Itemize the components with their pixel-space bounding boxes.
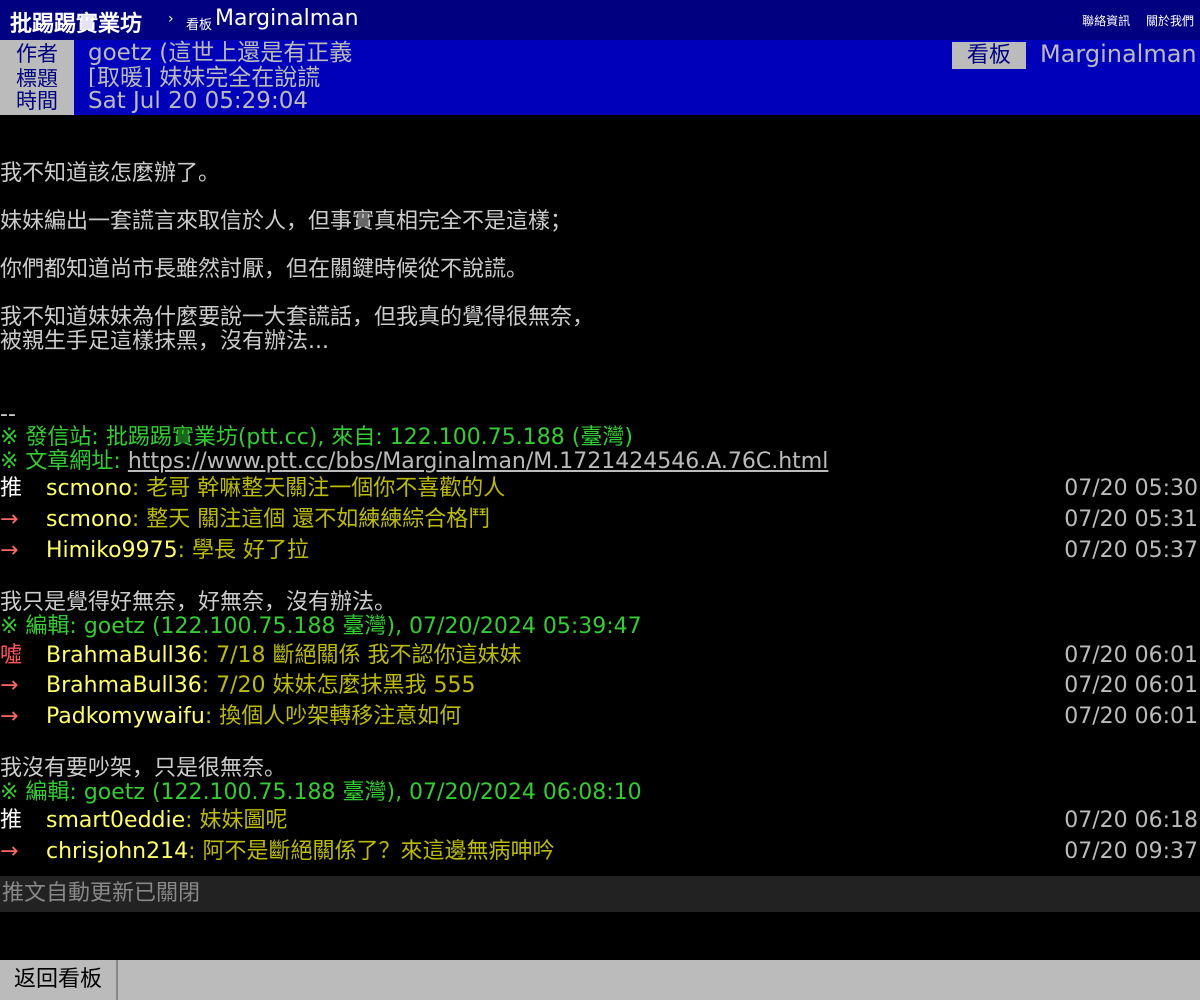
push-message: : 妹妹圖呢	[185, 808, 288, 833]
push-row: 推 smart0eddie: 妹妹圖呢 07/20 06:18	[0, 806, 1200, 836]
footer-bar: 返回看板	[0, 960, 1200, 1000]
edit-text: 我沒有要吵架，只是很無奈。	[0, 756, 287, 781]
board-name-link[interactable]: Marginalman	[215, 6, 359, 31]
article-url-line: ※ 文章網址: https://www.ptt.cc/bbs/Marginalm…	[0, 449, 828, 475]
push-time: 07/20 06:18	[1064, 808, 1198, 833]
push-user: smart0eddie: 妹妹圖呢	[46, 808, 288, 833]
board-tag-label: 看板	[186, 18, 213, 33]
push-time: 07/20 05:31	[1064, 507, 1198, 532]
push-tag: 推	[0, 476, 23, 501]
time-row: 時間 Sat Jul 20 05:29:04 2024	[0, 87, 365, 115]
push-message: : 老哥 幹嘛整天關注一個你不喜歡的人	[131, 476, 506, 501]
push-user: scmono: 老哥 幹嘛整天關注一個你不喜歡的人	[46, 476, 506, 501]
post-paragraph: 我不知道該怎麼辦了。	[0, 161, 221, 186]
board-label: 看板	[952, 42, 1026, 69]
title-row: 標題 [取暖] 妹妹完全在說謊	[0, 65, 365, 87]
push-row: → scmono: 整天 關注這個 還不如練練綜合格鬥 07/20 05:31	[0, 505, 1200, 535]
url-prefix: ※ 文章網址:	[0, 449, 128, 474]
time-label: 時間	[0, 87, 74, 115]
push-time: 07/20 05:30	[1064, 476, 1198, 501]
post-paragraph: 妹妹編出一套謊言來取信於人，但事實真相完全不是這樣；	[0, 209, 573, 234]
post-paragraph: 你們都知道尚市長雖然討厭，但在關鍵時候從不說謊。	[0, 257, 529, 282]
breadcrumb-separator: ›	[168, 11, 174, 27]
push-tag: 推	[0, 808, 23, 833]
author-value: goetz (這世上還是有正義吧?)	[74, 40, 365, 65]
push-message: : 7/20 妹妹怎麼抹黑我 555	[201, 673, 476, 698]
post-paragraph: 我不知道妹妹為什麼要說一大套謊話，但我真的覺得很無奈， 被親生手足這樣抹黑，沒有…	[0, 305, 595, 354]
push-user: scmono: 整天 關注這個 還不如練練綜合格鬥	[46, 507, 491, 532]
board-value: Marginalman	[1040, 40, 1197, 68]
push-tag: →	[0, 538, 19, 563]
push-row: 噓 BrahmaBull36: 7/18 斷絕關係 我不認你這妹妹 07/20 …	[0, 641, 1200, 671]
article-url-link[interactable]: https://www.ptt.cc/bbs/Marginalman/M.172…	[128, 449, 829, 474]
push-tag: →	[0, 673, 19, 698]
auto-update-status: 推文自動更新已關閉	[0, 876, 1200, 912]
push-row: → Himiko9975: 學長 好了拉 07/20 05:37	[0, 536, 1200, 566]
push-time: 07/20 06:01	[1064, 704, 1198, 729]
push-user: BrahmaBull36: 7/18 斷絕關係 我不認你這妹妹	[46, 643, 522, 668]
push-tag: →	[0, 507, 19, 532]
time-value: Sat Jul 20 05:29:04 2024	[74, 87, 365, 115]
push-message: : 整天 關注這個 還不如練練綜合格鬥	[131, 507, 491, 532]
push-time: 07/20 06:01	[1064, 673, 1198, 698]
edit-text: 我只是覺得好無奈，好無奈，沒有辦法。	[0, 590, 397, 615]
push-message: : 阿不是斷絕關係了？來這邊無病呻吟	[188, 839, 555, 864]
push-row: → chrisjohn214: 阿不是斷絕關係了？來這邊無病呻吟 07/20 0…	[0, 837, 1200, 867]
about-link[interactable]: 關於我們	[1146, 14, 1194, 28]
push-user: BrahmaBull36: 7/20 妹妹怎麼抹黑我 555	[46, 673, 476, 698]
push-message: : 7/18 斷絕關係 我不認你這妹妹	[201, 643, 522, 668]
push-message: : 換個人吵架轉移注意如何	[204, 704, 462, 729]
push-row: 推 scmono: 老哥 幹嘛整天關注一個你不喜歡的人 07/20 05:30	[0, 474, 1200, 504]
push-user: Himiko9975: 學長 好了拉	[46, 538, 310, 563]
push-user: Padkomywaifu: 換個人吵架轉移注意如何	[46, 704, 462, 729]
edit-note: ※ 編輯: goetz (122.100.75.188 臺灣), 07/20/2…	[0, 780, 642, 805]
author-label: 作者	[0, 40, 74, 65]
push-time: 07/20 06:01	[1064, 643, 1198, 668]
top-nav-bar: 批踢踢實業坊 › 看板 Marginalman 聯絡資訊 關於我們	[0, 0, 1200, 40]
site-name-link[interactable]: 批踢踢實業坊	[10, 6, 142, 38]
top-links: 聯絡資訊 關於我們	[1070, 12, 1194, 29]
author-row: 作者 goetz (這世上還是有正義吧?)	[0, 40, 365, 65]
push-row: → Padkomywaifu: 換個人吵架轉移注意如何 07/20 06:01	[0, 702, 1200, 732]
push-tag: →	[0, 839, 19, 864]
title-value: [取暖] 妹妹完全在說謊	[74, 65, 365, 87]
push-time: 07/20 09:37	[1064, 839, 1198, 864]
contact-link[interactable]: 聯絡資訊	[1082, 14, 1130, 28]
back-to-board-button[interactable]: 返回看板	[0, 960, 118, 1000]
push-tag: →	[0, 704, 19, 729]
title-label: 標題	[0, 65, 74, 87]
push-message: : 學長 好了拉	[177, 538, 310, 563]
push-tag: 噓	[0, 643, 23, 668]
push-row: → BrahmaBull36: 7/20 妹妹怎麼抹黑我 555 07/20 0…	[0, 671, 1200, 701]
push-user: chrisjohn214: 阿不是斷絕關係了？來這邊無病呻吟	[46, 839, 555, 864]
sent-from-line: ※ 發信站: 批踢踢實業坊(ptt.cc), 來自: 122.100.75.18…	[0, 425, 633, 450]
edit-note: ※ 編輯: goetz (122.100.75.188 臺灣), 07/20/2…	[0, 614, 642, 639]
push-time: 07/20 05:37	[1064, 538, 1198, 563]
